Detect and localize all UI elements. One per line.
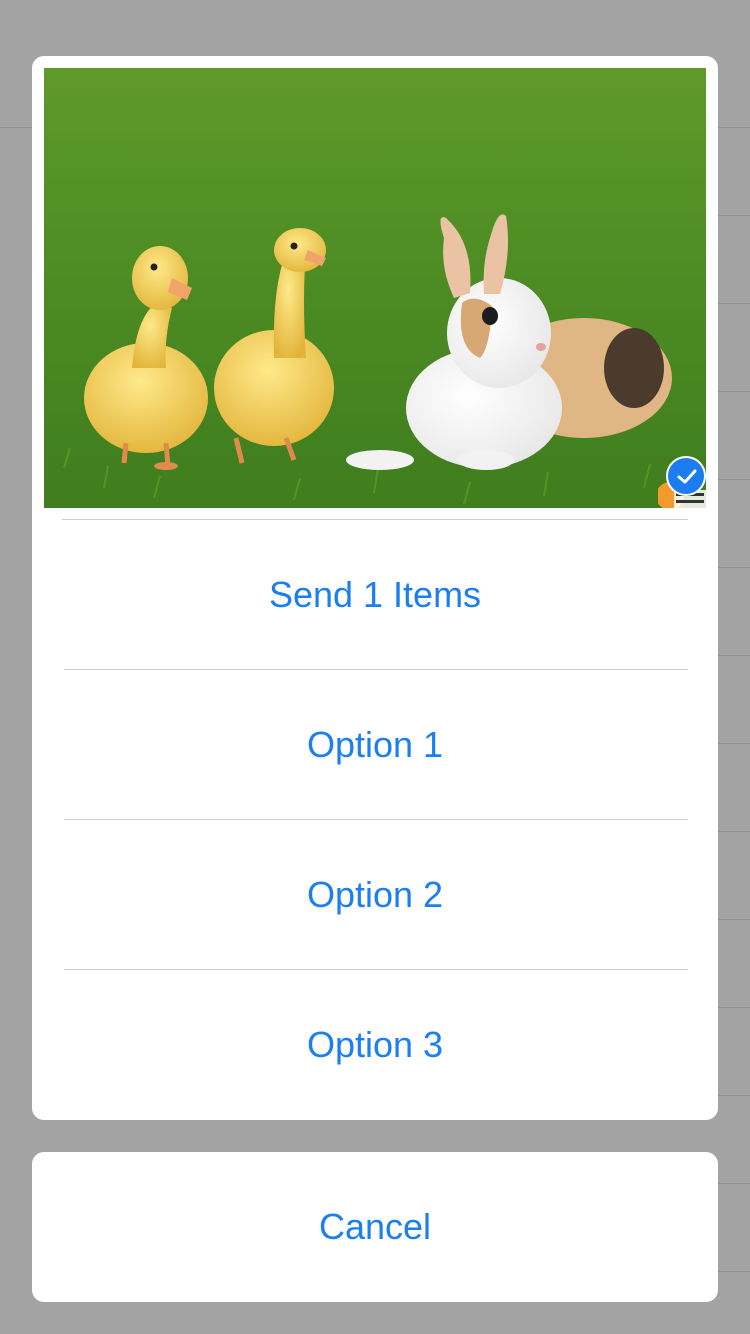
send-items-label: Send 1 Items bbox=[268, 574, 482, 615]
background-divider bbox=[718, 831, 750, 832]
background-divider bbox=[718, 655, 750, 656]
background-divider bbox=[718, 391, 750, 392]
cancel-label: Cancel bbox=[318, 1206, 432, 1247]
background-divider bbox=[718, 215, 750, 216]
background-divider bbox=[718, 1271, 750, 1272]
send-items-button[interactable]: Send 1 Items bbox=[32, 520, 718, 670]
option-3-label: Option 3 bbox=[306, 1024, 444, 1065]
checkmark-glyph bbox=[677, 469, 697, 484]
option-2-button[interactable]: Option 2 bbox=[32, 820, 718, 970]
option-3-button[interactable]: Option 3 bbox=[32, 970, 718, 1120]
option-1-button[interactable]: Option 1 bbox=[32, 670, 718, 820]
background-divider bbox=[718, 1183, 750, 1184]
background-divider bbox=[718, 743, 750, 744]
checkmark-circle-icon bbox=[666, 456, 706, 496]
background-divider bbox=[718, 919, 750, 920]
background-divider bbox=[718, 1095, 750, 1096]
action-sheet: Send 1 Items Option 1 Option 2 Option 3 bbox=[32, 56, 718, 1120]
photo-image bbox=[44, 68, 706, 508]
option-1-label: Option 1 bbox=[306, 724, 444, 765]
background-divider bbox=[718, 479, 750, 480]
cancel-button[interactable]: Cancel bbox=[32, 1152, 718, 1302]
photo-thumbnail[interactable] bbox=[44, 68, 706, 508]
background-divider bbox=[718, 567, 750, 568]
background-divider bbox=[718, 303, 750, 304]
option-2-label: Option 2 bbox=[306, 874, 444, 915]
background-divider bbox=[718, 1007, 750, 1008]
